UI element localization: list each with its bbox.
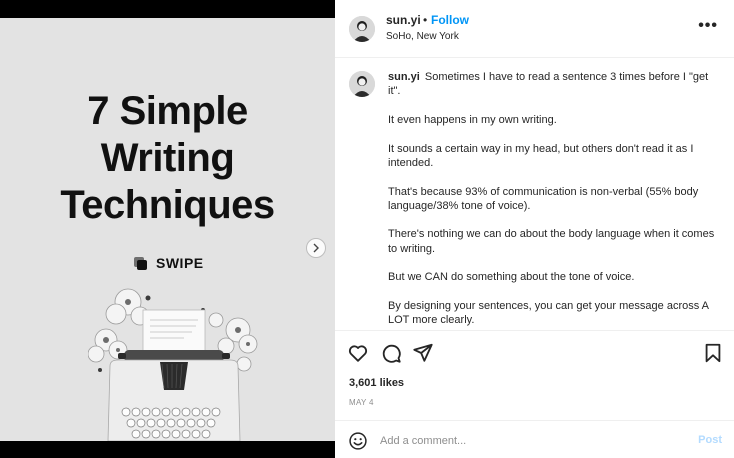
stack-icon bbox=[134, 256, 147, 270]
slide-title-line: Techniques bbox=[60, 183, 275, 227]
chevron-right-icon bbox=[313, 243, 319, 253]
typewriter-illustration bbox=[88, 288, 258, 441]
post-date[interactable]: MAY 4 bbox=[349, 398, 374, 407]
post-location[interactable]: SoHo, New York bbox=[386, 31, 459, 42]
swipe-hint: SWIPE bbox=[134, 255, 204, 271]
post-actions bbox=[335, 339, 734, 369]
comment-input[interactable] bbox=[380, 432, 680, 450]
send-icon[interactable] bbox=[412, 342, 434, 364]
heart-icon[interactable] bbox=[347, 342, 369, 364]
carousel-next-button[interactable] bbox=[306, 238, 326, 258]
separator-dot: • bbox=[423, 13, 428, 27]
caption-paragraph: There's nothing we can do about the body… bbox=[388, 228, 715, 255]
post-caption: sun.yi Sometimes I have to read a senten… bbox=[388, 70, 718, 330]
slide-title: 7 Simple Writing Techniques bbox=[0, 88, 335, 229]
emoji-icon[interactable] bbox=[348, 431, 368, 451]
author-username[interactable]: sun.yi bbox=[386, 13, 421, 27]
likes-count[interactable]: 3,601 likes bbox=[349, 377, 404, 389]
caption-paragraph: But we CAN do something about the tone o… bbox=[388, 271, 635, 284]
bookmark-icon[interactable] bbox=[702, 342, 724, 364]
instagram-post-window: 7 Simple Writing Techniques SWIPE sun.yi… bbox=[0, 0, 734, 458]
caption-area[interactable]: sun.yi Sometimes I have to read a senten… bbox=[335, 59, 734, 331]
caption-text: Sometimes I have to read a sentence 3 ti… bbox=[388, 71, 709, 98]
post-media: 7 Simple Writing Techniques SWIPE bbox=[0, 0, 335, 458]
avatar[interactable] bbox=[349, 71, 375, 97]
caption-paragraph: It even happens in my own writing. bbox=[388, 113, 557, 126]
caption-paragraph: By designing your sentences, you can get… bbox=[388, 300, 709, 327]
post-header: sun.yi • Follow SoHo, New York ••• bbox=[335, 0, 734, 58]
comment-icon[interactable] bbox=[380, 342, 402, 364]
post-comment-button[interactable]: Post bbox=[698, 434, 722, 446]
caption-paragraph: sun.yi Sometimes I have to read a senten… bbox=[388, 70, 718, 98]
post-panel: sun.yi • Follow SoHo, New York ••• sun.y… bbox=[335, 0, 734, 458]
slide-title-line: Writing bbox=[100, 136, 235, 180]
comment-bar: Post bbox=[335, 420, 734, 458]
caption-paragraph: It sounds a certain way in my head, but … bbox=[388, 142, 694, 169]
slide-title-line: 7 Simple bbox=[87, 89, 248, 133]
follow-button[interactable]: Follow bbox=[431, 13, 469, 27]
caption-paragraph: That's because 93% of communication is n… bbox=[388, 185, 699, 212]
swipe-label: SWIPE bbox=[156, 255, 204, 271]
more-options-icon[interactable]: ••• bbox=[698, 18, 718, 34]
caption-username[interactable]: sun.yi bbox=[388, 71, 420, 83]
avatar[interactable] bbox=[349, 16, 375, 42]
carousel-slide: 7 Simple Writing Techniques SWIPE bbox=[0, 18, 335, 441]
